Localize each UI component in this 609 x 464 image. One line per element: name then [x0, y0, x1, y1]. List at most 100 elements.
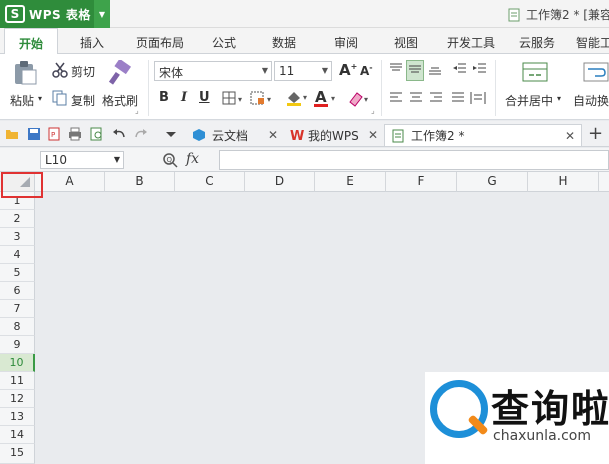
row-header[interactable]: 6 — [0, 282, 35, 300]
row-header[interactable]: 13 — [0, 408, 35, 426]
close-icon[interactable]: ✕ — [368, 128, 378, 142]
copy-icon[interactable] — [52, 90, 68, 109]
align-center-icon[interactable] — [408, 91, 424, 108]
watermark-text: 查询啦 — [491, 387, 609, 431]
column-header-h[interactable]: H — [528, 172, 599, 192]
spreadsheet-file-icon — [392, 129, 404, 142]
decrease-font-size-icon[interactable]: A- — [360, 63, 373, 78]
paste-button[interactable]: 粘贴 — [10, 92, 34, 109]
row-header[interactable]: 8 — [0, 318, 35, 336]
merge-center-button[interactable]: 合并居中 — [505, 92, 553, 109]
bold-button[interactable]: B — [159, 90, 169, 105]
dialog-launcher-icon[interactable]: ⌟ — [135, 106, 139, 115]
row-header[interactable]: 3 — [0, 228, 35, 246]
zoom-search-icon[interactable]: Q — [162, 152, 178, 171]
chevron-down-icon: ▼ — [321, 66, 328, 75]
clear-format-icon[interactable]: ▾ — [347, 90, 373, 111]
tab-data[interactable]: 数据 — [272, 34, 296, 51]
undo-icon[interactable] — [112, 127, 126, 141]
cut-button[interactable]: 剪切 — [71, 63, 95, 80]
dialog-launcher-icon[interactable]: ⌟ — [371, 106, 375, 115]
chevron-down-icon[interactable]: ▼ — [94, 0, 110, 28]
tab-smart-tools[interactable]: 智能工 — [576, 34, 609, 51]
chevron-down-icon: ▼ — [261, 66, 268, 75]
row-header[interactable]: 7 — [0, 300, 35, 318]
row-header[interactable]: 9 — [0, 336, 35, 354]
tab-cloud-service[interactable]: 云服务 — [519, 34, 555, 51]
font-name-select[interactable]: 宋体 ▼ — [154, 61, 272, 81]
insert-function-button[interactable]: fx — [186, 151, 199, 167]
document-title: 工作簿2 * [兼容 — [508, 6, 609, 23]
close-icon[interactable]: ✕ — [268, 128, 278, 142]
svg-text:▾: ▾ — [267, 95, 271, 104]
print-icon[interactable] — [68, 127, 82, 141]
italic-button[interactable]: I — [181, 90, 187, 105]
doc-tab-cloud-docs[interactable]: 云文档 ✕ — [186, 124, 282, 146]
tab-insert[interactable]: 插入 — [80, 34, 104, 51]
align-right-icon[interactable] — [428, 91, 444, 108]
increase-indent-icon[interactable] — [472, 61, 488, 80]
font-color-button[interactable]: A ▾ — [313, 88, 339, 111]
align-middle-icon[interactable] — [406, 60, 424, 81]
copy-button[interactable]: 复制 — [71, 92, 95, 109]
wrap-text-icon[interactable] — [583, 60, 609, 87]
close-icon[interactable]: ✕ — [565, 129, 575, 143]
column-header-e[interactable]: E — [315, 172, 386, 192]
column-header-c[interactable]: C — [175, 172, 245, 192]
chevron-down-icon[interactable]: ▾ — [38, 94, 42, 103]
chevron-down-icon[interactable]: ▼ — [114, 155, 120, 164]
distributed-align-icon[interactable] — [470, 91, 486, 108]
row-header[interactable]: 12 — [0, 390, 35, 408]
save-icon[interactable] — [27, 127, 41, 141]
doc-tab-my-wps[interactable]: W 我的WPS ✕ — [284, 124, 382, 146]
align-left-icon[interactable] — [388, 91, 404, 108]
cell-style-icon[interactable]: ▾ — [250, 91, 276, 108]
open-folder-icon[interactable] — [5, 127, 19, 141]
chevron-down-icon[interactable]: ▾ — [557, 94, 561, 103]
column-header-b[interactable]: B — [105, 172, 175, 192]
align-bottom-icon[interactable] — [427, 61, 443, 80]
watermark-url: chaxunla.com — [493, 428, 591, 444]
paste-icon[interactable] — [12, 60, 38, 89]
column-header-a[interactable]: A — [35, 172, 105, 192]
export-pdf-icon[interactable]: P — [47, 127, 61, 141]
row-header[interactable]: 2 — [0, 210, 35, 228]
column-header-d[interactable]: D — [245, 172, 315, 192]
font-size-select[interactable]: 11 ▼ — [274, 61, 332, 81]
tab-review[interactable]: 审阅 — [334, 34, 358, 51]
row-header[interactable]: 15 — [0, 444, 35, 464]
borders-icon[interactable]: ▾ — [222, 91, 246, 108]
tab-developer[interactable]: 开发工具 — [447, 34, 495, 51]
formula-input[interactable] — [219, 150, 609, 170]
fill-color-icon[interactable]: ▾ — [285, 89, 311, 110]
row-header[interactable]: 5 — [0, 264, 35, 282]
decrease-indent-icon[interactable] — [452, 61, 468, 80]
merge-center-icon[interactable] — [522, 60, 548, 87]
increase-font-size-icon[interactable]: A+ — [339, 61, 357, 79]
row-header[interactable]: 11 — [0, 372, 35, 390]
column-header-g[interactable]: G — [457, 172, 528, 192]
doc-tab-workbook2[interactable]: 工作簿2 * ✕ — [384, 124, 582, 146]
tab-home[interactable]: 开始 — [4, 28, 59, 55]
format-painter-icon[interactable] — [108, 58, 134, 89]
align-top-icon[interactable] — [388, 61, 404, 80]
scissors-icon[interactable] — [52, 62, 68, 81]
format-painter-button[interactable]: 格式刷 — [102, 92, 138, 109]
column-header-f[interactable]: F — [386, 172, 457, 192]
underline-button[interactable]: U — [199, 90, 210, 105]
print-preview-icon[interactable] — [90, 127, 104, 141]
chevron-down-icon[interactable] — [164, 127, 178, 141]
justify-icon[interactable] — [450, 91, 466, 108]
row-header-selected[interactable]: 10 — [0, 354, 35, 372]
tab-formulas[interactable]: 公式 — [212, 34, 236, 51]
app-menu-button[interactable]: S WPS 表格 ▼ — [0, 0, 110, 28]
row-header[interactable]: 4 — [0, 246, 35, 264]
wrap-text-button[interactable]: 自动换 — [573, 92, 609, 109]
redo-icon[interactable] — [134, 127, 148, 141]
tab-view[interactable]: 视图 — [394, 34, 418, 51]
column-header-overflow[interactable] — [599, 172, 609, 192]
row-header[interactable]: 14 — [0, 426, 35, 444]
name-box[interactable]: L10 ▼ — [40, 151, 124, 169]
new-tab-button[interactable]: + — [588, 123, 603, 144]
tab-page-layout[interactable]: 页面布局 — [136, 34, 184, 51]
